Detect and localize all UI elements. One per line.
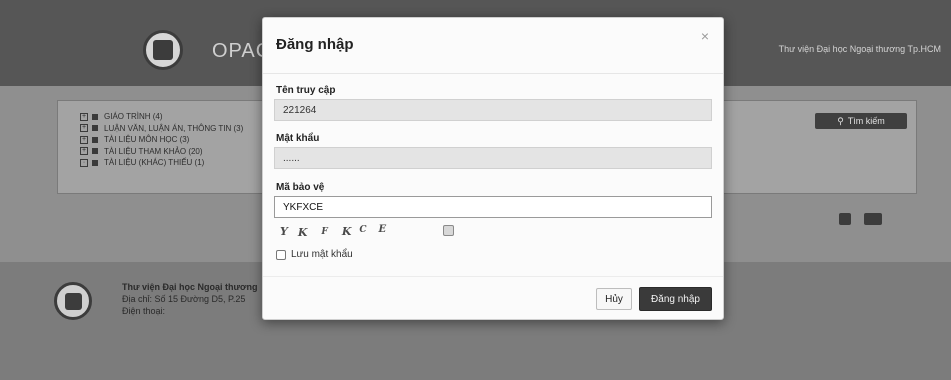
remember-checkbox[interactable] — [276, 249, 286, 260]
cancel-button[interactable]: Hủy — [596, 288, 632, 310]
captcha-image: Y K F K C E — [280, 223, 387, 240]
refresh-captcha-icon[interactable] — [443, 225, 454, 236]
password-input[interactable] — [274, 147, 712, 169]
header-library-name: Thư viện Đại học Ngoại thương Tp.HCM — [778, 44, 941, 54]
checkbox-icon — [92, 113, 98, 120]
tree-item[interactable]: + TÀI LIỆU THAM KHẢO (20) — [80, 146, 243, 158]
close-icon[interactable]: × — [701, 28, 709, 44]
modal-header: Đăng nhập × — [263, 18, 723, 74]
tree-item[interactable]: + TÀI LIỆU MÔN HỌC (3) — [80, 134, 243, 146]
expand-icon: + — [80, 147, 88, 156]
library-logo — [143, 30, 183, 70]
username-input[interactable] — [274, 99, 712, 121]
footer-info: Thư viện Đại học Ngoại thương Địa chỉ: S… — [122, 282, 258, 316]
modal-footer-divider — [263, 276, 723, 277]
expand-icon: + — [80, 112, 88, 121]
tree-item[interactable]: + GIÁO TRÌNH (4) — [80, 111, 243, 123]
checkbox-icon — [92, 159, 98, 166]
checkbox-icon — [92, 125, 98, 132]
export-icon[interactable] — [864, 213, 882, 225]
modal-title: Đăng nhập — [276, 36, 354, 53]
tree-item[interactable]: + LUẬN VĂN, LUẬN ÁN, THÔNG TIN (3) — [80, 123, 243, 135]
tree-item[interactable]: · TÀI LIỆU (KHÁC) THIẾU (1) — [80, 157, 243, 169]
collection-tree: + GIÁO TRÌNH (4) + LUẬN VĂN, LUẬN ÁN, THÔN… — [80, 111, 243, 169]
username-label: Tên truy cập — [276, 85, 336, 96]
print-icon[interactable] — [839, 213, 851, 225]
password-label: Mật khẩu — [276, 133, 320, 144]
footer-logo — [54, 282, 92, 320]
checkbox-icon — [92, 136, 98, 143]
login-button[interactable]: Đăng nhập — [639, 287, 712, 311]
remember-label: Lưu mật khẩu — [291, 249, 353, 260]
expand-icon: · — [80, 158, 88, 167]
checkbox-icon — [92, 148, 98, 155]
search-icon: ⚲ — [837, 115, 844, 126]
search-button[interactable]: ⚲ Tìm kiếm — [815, 113, 907, 129]
captcha-input[interactable] — [274, 196, 712, 218]
expand-icon: + — [80, 135, 88, 144]
expand-icon: + — [80, 124, 88, 133]
remember-password[interactable]: Lưu mật khẩu — [276, 249, 353, 260]
login-modal: Đăng nhập × Tên truy cập Mật khẩu Mã bảo… — [262, 17, 724, 320]
captcha-label: Mã bảo vệ — [276, 182, 325, 193]
